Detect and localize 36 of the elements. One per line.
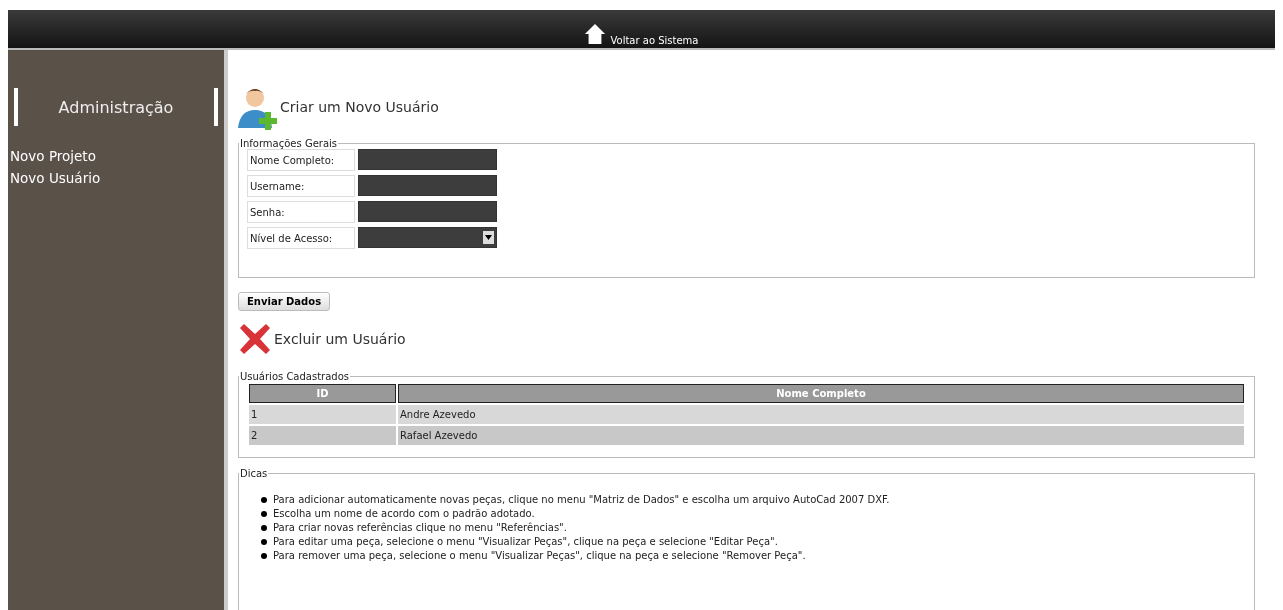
password-field[interactable] <box>358 201 497 222</box>
bullet-icon <box>261 510 267 517</box>
tip-text: Para editar uma peça, selecione o menu "Visualizar Peças", clique na peça e selecione "Editar Peça". <box>273 535 778 548</box>
tip-text: Para criar novas referências clique no menu "Referências". <box>273 521 567 534</box>
bullet-icon <box>261 524 267 531</box>
field-label: Nível de Acesso: <box>247 227 355 249</box>
table-cell: 2 <box>249 426 396 445</box>
delete-icon <box>238 322 272 356</box>
section-title: Excluir um Usuário <box>274 331 406 347</box>
submit-button[interactable]: Enviar Dados <box>238 292 331 311</box>
sidebar-link[interactable]: Novo Usuário <box>10 170 224 186</box>
sidebar-link[interactable]: Novo Projeto <box>10 148 224 164</box>
table-cell: 1 <box>249 405 396 424</box>
bullet-icon <box>261 538 267 545</box>
field-label: Username: <box>247 175 355 197</box>
tip-text: Para remover uma peça, selecione o menu "Visualizar Peças", clique na peça e selecione "Remover Peça". <box>273 549 806 562</box>
home-link[interactable]: Voltar ao Sistema <box>584 23 699 48</box>
bullet-icon <box>261 496 267 503</box>
table-cell: Rafael Azevedo <box>398 426 1244 445</box>
fieldset-legend: Dicas <box>239 468 269 479</box>
home-icon <box>584 23 607 45</box>
input-field[interactable] <box>358 149 497 170</box>
input-field[interactable] <box>358 175 497 196</box>
tip-text: Para adicionar automaticamente novas peças, clique no menu "Matriz de Dados" e escolha um arquivo AutoCad 2007 DXF. <box>273 493 890 506</box>
field-label: Senha: <box>247 201 355 223</box>
tip-text: Escolha um nome de acordo com o padrão adotado. <box>273 507 535 520</box>
table-cell: Andre Azevedo <box>398 405 1244 424</box>
field-label: Nome Completo: <box>247 149 355 171</box>
access-level-dropdown[interactable] <box>358 227 497 248</box>
bullet-icon <box>261 552 267 559</box>
fieldset-legend: Informações Gerais <box>239 138 339 149</box>
sidebar-title: Administração <box>58 97 174 117</box>
column-header: ID <box>249 384 396 403</box>
section-title: Criar um Novo Usuário <box>280 99 439 115</box>
column-header: Nome Completo <box>398 384 1244 403</box>
fieldset-legend: Usuários Cadastrados <box>239 371 351 382</box>
